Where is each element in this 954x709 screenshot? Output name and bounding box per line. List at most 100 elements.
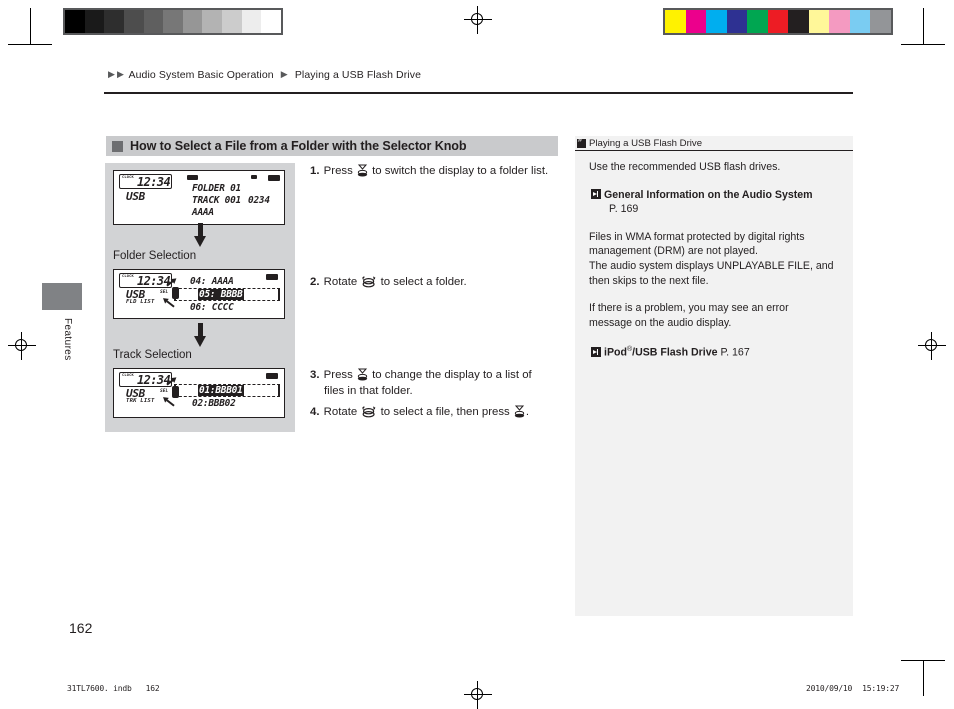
breadcrumb-item-1: Audio System Basic Operation	[128, 69, 274, 81]
calibration-swatch-9	[849, 10, 871, 33]
display-line-title: AAAA	[192, 207, 214, 218]
calibration-swatch-9	[241, 10, 262, 33]
footer-date: 2010/09/10	[806, 684, 853, 693]
crop-mark-top-right-v	[923, 8, 924, 44]
section-heading-text: How to Select a File from a Folder with …	[130, 139, 467, 153]
registration-target-bottom	[464, 681, 492, 709]
clock-label: CLOCK	[122, 175, 134, 179]
registration-target-left	[8, 332, 36, 360]
calibration-swatch-8	[222, 10, 242, 33]
rotate-knob-icon	[361, 276, 376, 288]
calibration-swatch-3	[123, 10, 144, 33]
knob-sel-label: SEL	[160, 389, 169, 394]
sidebar-ref-2-title: iPod	[604, 346, 627, 359]
sidebar-ref-1-page: P. 169	[609, 203, 639, 216]
step-1: 1. Press to switch the display to a fold…	[310, 164, 555, 180]
illustration-panel: CLOCK 12:34 USB FOLDER 01 TRACK 001 0234…	[105, 163, 295, 432]
footer-file-name: 31TL7600. indb	[67, 684, 132, 693]
breadcrumb-separator-icon: ▶	[280, 69, 288, 79]
sidebar-reference-2[interactable]: iPod®/USB Flash Drive P. 167	[589, 343, 841, 360]
color-calibration-bar	[663, 8, 893, 35]
step-4-text-after: .	[525, 406, 530, 418]
footer-file-info: 31TL7600. indb 162	[67, 684, 160, 693]
sidebar-para-3-line-1: If there is a problem, you may see an er…	[589, 302, 789, 315]
calibration-swatch-4	[143, 10, 164, 33]
caption-folder-selection: Folder Selection	[113, 250, 197, 262]
registration-target-top	[464, 6, 492, 34]
section-bullet-icon	[112, 140, 123, 152]
step-2-text-before: Rotate	[323, 276, 358, 288]
sidebar-body: Use the recommended USB flash drives. Ge…	[589, 160, 841, 373]
step-3-text-before: Press	[323, 369, 353, 381]
sidebar-reference-1[interactable]: General Information on the Audio System …	[589, 188, 841, 217]
calibration-swatch-6	[788, 10, 809, 33]
battery-indicator-icon	[268, 175, 280, 181]
crop-mark-bottom-right-v	[923, 660, 924, 696]
calibration-swatch-8	[829, 10, 850, 33]
calibration-swatch-7	[202, 10, 223, 33]
clock-box: CLOCK 12:34	[119, 174, 172, 189]
now-playing-display: CLOCK 12:34 USB FOLDER 01 TRACK 001 0234…	[113, 170, 285, 225]
rotate-knob-icon	[361, 406, 376, 418]
caption-track-selection: Track Selection	[113, 349, 192, 361]
press-knob-icon	[514, 405, 525, 418]
calibration-swatch-10	[870, 10, 892, 33]
breadcrumb-arrow-icon-2: ▶	[117, 69, 125, 79]
sidebar-ref-2-title-2: /USB Flash Drive	[632, 346, 718, 359]
list-item-above: 04: AAAA	[190, 276, 234, 287]
calibration-swatch-7	[808, 10, 830, 33]
flow-arrow-down-icon-2	[194, 323, 207, 348]
sidebar-para-2-line-3: The audio system displays UNPLAYABLE FIL…	[589, 259, 834, 272]
press-knob-icon	[357, 164, 368, 177]
breadcrumb-item-2: Playing a USB Flash Drive	[294, 69, 422, 81]
calibration-swatch-6	[182, 10, 203, 33]
battery-indicator-icon	[266, 373, 278, 379]
sidebar-para-2-line-1: Files in WMA format protected by digital…	[589, 230, 805, 243]
step-3: 3. Press to change the display to a list…	[310, 368, 555, 399]
calibration-swatch-3	[726, 10, 748, 33]
calibration-swatch-5	[767, 10, 789, 33]
calibration-swatch-1	[685, 10, 707, 33]
calibration-swatch-10	[261, 10, 282, 33]
step-2: 2. Rotate to select a folder.	[310, 275, 555, 291]
step-3-number: 3.	[310, 369, 320, 381]
sidebar-title: Playing a USB Flash Drive	[589, 137, 703, 149]
cross-reference-icon	[591, 188, 601, 199]
calibration-swatch-4	[747, 10, 768, 33]
calibration-swatch-1	[84, 10, 105, 33]
clock-label: CLOCK	[122, 373, 134, 377]
step-1-text-before: Press	[323, 165, 353, 177]
step-4-text-before: Rotate	[323, 406, 358, 418]
footer-timestamp: 2010/09/10 15:19:27	[806, 684, 899, 693]
list-mode-label: TRK LIST	[126, 398, 155, 404]
step-1-text-after: to switch the display to a folder list.	[372, 165, 549, 177]
list-item-selected: 01:BBB01	[198, 385, 244, 396]
chapter-tab-marker	[42, 283, 82, 310]
display-elapsed-time: 0234	[248, 195, 270, 206]
calibration-swatch-2	[706, 10, 727, 33]
breadcrumb: ▶ ▶ Audio System Basic Operation ▶ Playin…	[108, 69, 421, 81]
registration-target-right	[918, 332, 946, 360]
calibration-swatch-2	[104, 10, 124, 33]
footer-time: 15:19:27	[862, 684, 900, 693]
page-number: 162	[69, 620, 93, 636]
calibration-swatch-5	[163, 10, 183, 33]
step-3-text-after: to change the display to a list of files…	[324, 369, 532, 397]
folder-list-display: CLOCK 12:34 USB FLD LIST SEL 04: AAAA 05…	[113, 269, 285, 319]
press-knob-icon	[357, 368, 368, 381]
sidebar-paragraph-3: If there is a problem, you may see an er…	[589, 301, 841, 330]
header-divider	[104, 92, 853, 94]
small-indicator-icon	[251, 175, 257, 179]
list-item-selected: 05: BBBB	[198, 289, 244, 300]
sidebar-para-3-line-2: message on the audio display.	[589, 316, 732, 329]
step-4-text-mid: to select a file, then press	[380, 406, 510, 418]
calibration-swatch-0	[665, 10, 686, 33]
step-4: 4. Rotate to select a file, then press .	[310, 405, 555, 421]
crop-mark-top-left-v	[30, 8, 31, 44]
flow-arrow-down-icon	[194, 223, 207, 248]
clock-label: CLOCK	[122, 274, 134, 278]
step-1-number: 1.	[310, 165, 320, 177]
step-2-text-after: to select a folder.	[380, 276, 467, 288]
list-mode-label: FLD LIST	[126, 299, 155, 305]
status-indicator-icon	[187, 175, 198, 180]
